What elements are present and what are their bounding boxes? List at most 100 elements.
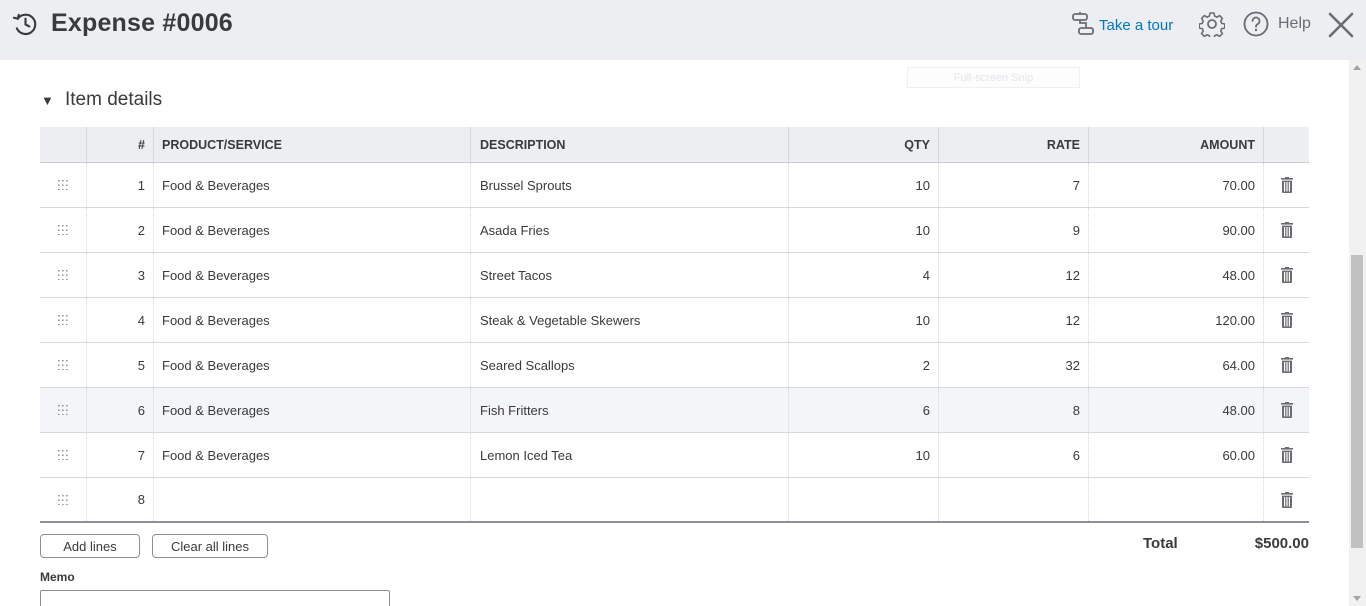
clear-all-lines-button[interactable]: Clear all lines [152,534,268,558]
memo-field[interactable] [40,590,390,606]
table-body: 1 Food & Beverages Brussel Sprouts 10 7 70.00… [40,163,1309,523]
delete-line-button[interactable] [1264,388,1309,432]
drag-handle[interactable] [40,253,87,297]
trash-icon [1280,177,1293,193]
description-cell[interactable]: Seared Scallops [471,343,789,387]
item-details-toggle[interactable]: ▼ Item details [41,89,162,111]
qty-cell[interactable]: 10 [789,208,939,252]
help-icon [1243,11,1269,37]
description-cell[interactable]: Lemon Iced Tea [471,433,789,477]
rate-cell[interactable]: 9 [939,208,1089,252]
amount-cell[interactable]: 70.00 [1089,163,1264,207]
rate-cell[interactable]: 7 [939,163,1089,207]
rate-cell[interactable]: 12 [939,298,1089,342]
qty-cell[interactable]: 2 [789,343,939,387]
amount-cell[interactable]: 60.00 [1089,433,1264,477]
line-number: 1 [87,163,154,207]
product-service-cell[interactable]: Food & Beverages [154,298,471,342]
drag-handle[interactable] [40,478,87,521]
description-cell[interactable]: Asada Fries [471,208,789,252]
rate-cell[interactable]: 32 [939,343,1089,387]
drag-handle-icon [57,180,69,190]
delete-line-button[interactable] [1264,478,1309,521]
drag-handle[interactable] [40,298,87,342]
description-cell[interactable]: Steak & Vegetable Skewers [471,298,789,342]
qty-cell[interactable]: 10 [789,298,939,342]
product-service-cell[interactable] [154,478,471,521]
scroll-down-arrow-icon[interactable] [1353,596,1361,601]
rate-cell[interactable]: 6 [939,433,1089,477]
delete-line-button[interactable] [1264,253,1309,297]
line-number: 8 [87,478,154,521]
product-service-cell[interactable]: Food & Beverages [154,388,471,432]
delete-line-button[interactable] [1264,298,1309,342]
drag-handle[interactable] [40,433,87,477]
table-row[interactable]: 7 Food & Beverages Lemon Iced Tea 10 6 60.00 [40,433,1309,478]
drag-handle-icon [57,360,69,370]
trash-icon [1280,267,1293,283]
product-service-cell[interactable]: Food & Beverages [154,163,471,207]
table-row[interactable]: 5 Food & Beverages Seared Scallops 2 32 64.00 [40,343,1309,388]
table-header-row: # PRODUCT/SERVICE DESCRIPTION QTY RATE A… [40,127,1309,163]
delete-line-button[interactable] [1264,163,1309,207]
rate-cell[interactable]: 8 [939,388,1089,432]
description-cell[interactable] [471,478,789,521]
gear-icon[interactable] [1199,11,1225,37]
product-service-cell[interactable]: Food & Beverages [154,343,471,387]
delete-line-button[interactable] [1264,343,1309,387]
product-service-cell[interactable]: Food & Beverages [154,253,471,297]
table-row[interactable]: 8 [40,478,1309,523]
description-cell[interactable]: Fish Fritters [471,388,789,432]
drag-handle-icon [57,315,69,325]
amount-cell[interactable]: 64.00 [1089,343,1264,387]
table-row[interactable]: 6 Food & Beverages Fish Fritters 6 8 48.00 [40,388,1309,433]
description-cell[interactable]: Brussel Sprouts [471,163,789,207]
table-row[interactable]: 4 Food & Beverages Steak & Vegetable Skewe… [40,298,1309,343]
drag-handle-icon [57,405,69,415]
product-service-cell[interactable]: Food & Beverages [154,433,471,477]
add-lines-button[interactable]: Add lines [40,534,140,558]
amount-cell[interactable]: 120.00 [1089,298,1264,342]
column-header-num: # [87,127,154,162]
qty-cell[interactable] [789,478,939,521]
table-row[interactable]: 2 Food & Beverages Asada Fries 10 9 90.00 [40,208,1309,253]
amount-cell[interactable]: 48.00 [1089,253,1264,297]
line-number: 6 [87,388,154,432]
drag-handle-icon [57,450,69,460]
table-row[interactable]: 1 Food & Beverages Brussel Sprouts 10 7 70.00 [40,163,1309,208]
product-service-cell[interactable]: Food & Beverages [154,208,471,252]
page-scrollbar[interactable] [1349,60,1366,606]
drag-handle[interactable] [40,163,87,207]
memo-label: Memo [40,570,75,584]
page-title: Expense #0006 [51,9,233,37]
column-header-qty: QTY [789,127,939,162]
snip-overlay: Full-screen Snip [907,67,1080,88]
qty-cell[interactable]: 6 [789,388,939,432]
column-header-rate: RATE [939,127,1089,162]
drag-handle[interactable] [40,343,87,387]
delete-column-header [1264,127,1309,162]
drag-handle[interactable] [40,388,87,432]
help-button[interactable]: Help [1243,11,1311,37]
take-tour-link[interactable]: Take a tour [1071,12,1173,38]
rate-cell[interactable]: 12 [939,253,1089,297]
drag-handle[interactable] [40,208,87,252]
table-row[interactable]: 3 Food & Beverages Street Tacos 4 12 48.00 [40,253,1309,298]
rate-cell[interactable] [939,478,1089,521]
amount-cell[interactable] [1089,478,1264,521]
recent-transactions-icon[interactable] [12,11,39,38]
line-number: 7 [87,433,154,477]
column-header-amount: AMOUNT [1089,127,1264,162]
delete-line-button[interactable] [1264,208,1309,252]
delete-line-button[interactable] [1264,433,1309,477]
close-icon[interactable] [1327,11,1355,39]
qty-cell[interactable]: 10 [789,433,939,477]
line-number: 4 [87,298,154,342]
description-cell[interactable]: Street Tacos [471,253,789,297]
amount-cell[interactable]: 90.00 [1089,208,1264,252]
qty-cell[interactable]: 10 [789,163,939,207]
amount-cell[interactable]: 48.00 [1089,388,1264,432]
qty-cell[interactable]: 4 [789,253,939,297]
scroll-up-arrow-icon[interactable] [1353,65,1361,70]
scrollbar-thumb[interactable] [1351,255,1363,548]
